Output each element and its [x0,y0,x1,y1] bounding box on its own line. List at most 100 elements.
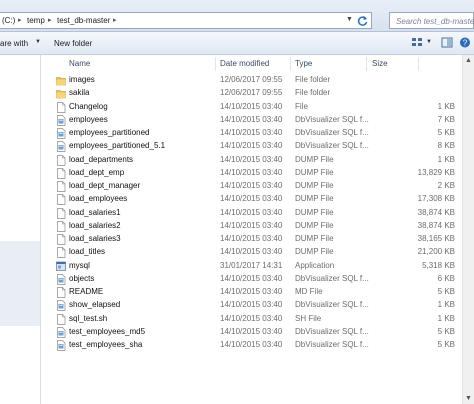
column-divider[interactable] [215,57,216,71]
file-name: images [69,75,95,84]
breadcrumb-separator-icon[interactable]: ▸ [113,16,117,24]
address-bar-region: (C:) ▸ temp ▸ test_db-master ▸ ▼ Search … [0,0,474,32]
file-size: 5 KB [437,128,455,137]
file-row[interactable]: load_departments 14/10/2015 03:40 DUMP Fil… [41,153,461,166]
breadcrumb-drive[interactable]: (C:) [2,16,15,25]
sql-file-icon [56,300,66,312]
file-row[interactable]: load_dept_manager 14/10/2015 03:40 DUMP Fi… [41,179,461,192]
column-header-size[interactable]: Size [372,59,388,68]
scroll-up-arrow-icon[interactable]: ▲ [465,57,472,64]
help-icon[interactable]: ? [458,36,472,49]
navigation-selected-item[interactable] [0,241,40,326]
file-date-modified: 14/10/2015 03:40 [220,194,283,204]
file-date-modified: 14/10/2015 03:40 [220,300,283,310]
file-row[interactable]: sql_test.sh 14/10/2015 03:40 SH File 1 KB [41,312,461,325]
new-folder-button[interactable]: New folder [54,39,92,48]
breadcrumb-current-folder[interactable]: test_db-master [57,16,110,25]
breadcrumb-separator-icon[interactable]: ▸ [48,16,52,24]
scroll-down-arrow-icon[interactable]: ▼ [465,395,472,402]
vertical-scrollbar[interactable]: ▲ ▼ [462,55,474,404]
file-row[interactable]: Changelog 14/10/2015 03:40 File 1 KB [41,100,461,113]
file-type: MD File [295,287,323,296]
address-history-chevron-icon[interactable]: ▼ [346,16,353,23]
file-type: DbVisualizer SQL f... [295,326,369,336]
file-type: DUMP File [295,154,334,164]
file-row[interactable]: mysql 31/01/2017 14:31 Application 5,318 KB [41,259,461,272]
file-type: DbVisualizer SQL f... [295,340,369,349]
column-divider[interactable] [366,57,367,71]
file-row[interactable]: load_salaries3 14/10/2015 03:40 DUMP File 3… [41,232,461,245]
file-icon [56,247,66,259]
file-icon [56,313,66,325]
file-row[interactable]: sakila 12/06/2017 09:55 File folder [41,86,461,99]
breadcrumb-temp[interactable]: temp [27,16,45,25]
file-name: test_employees_md5 [69,326,146,336]
file-date-modified: 14/10/2015 03:40 [220,114,283,124]
file-name: sakila [69,88,90,98]
file-type: File folder [295,88,331,98]
file-size: 38,874 KB [417,207,455,217]
share-with-button[interactable]: are with [0,39,28,48]
file-type: SH File [295,313,322,323]
sql-file-icon [56,114,66,126]
file-icon [56,154,66,166]
file-size: 38,165 KB [417,234,455,243]
file-date-modified: 14/10/2015 03:40 [220,154,283,164]
file-row[interactable]: show_elapsed 14/10/2015 03:40 DbVisualizer… [41,298,461,312]
file-date-modified: 14/10/2015 03:40 [220,128,283,137]
sql-file-icon [56,326,66,338]
file-size: 5 KB [437,340,455,349]
file-row[interactable]: objects 14/10/2015 03:40 DbVisualizer SQL … [41,272,461,285]
file-name: load_salaries3 [69,234,121,243]
file-name: Changelog [69,101,108,111]
address-bar[interactable]: (C:) ▸ temp ▸ test_db-master ▸ ▼ [0,12,372,29]
column-header-type[interactable]: Type [295,59,312,68]
file-size: 13,829 KB [417,167,455,177]
file-date-modified: 12/06/2017 09:55 [220,88,283,98]
file-row[interactable]: employees 14/10/2015 03:40 DbVisualizer SQ… [41,113,461,126]
column-divider[interactable] [418,57,419,71]
file-type: DUMP File [295,234,334,243]
file-date-modified: 14/10/2015 03:40 [220,273,283,283]
search-input[interactable]: Search test_db-master [389,12,474,29]
file-icon [56,234,66,245]
file-row[interactable]: test_employees_md5 14/10/2015 03:40 DbVisu… [41,325,461,338]
sql-file-icon [56,128,66,139]
sql-file-icon [56,141,66,153]
file-row[interactable]: README 14/10/2015 03:40 MD File 5 KB [41,285,461,298]
column-divider[interactable] [290,57,291,71]
file-type: DbVisualizer SQL f... [295,114,369,124]
breadcrumb-separator-icon[interactable]: ▸ [18,16,22,24]
file-row[interactable]: employees_partitioned 14/10/2015 03:40 DbV… [41,126,461,139]
file-row[interactable]: test_employees_sha 14/10/2015 03:40 DbVisu… [41,338,461,351]
file-row[interactable]: load_salaries1 14/10/2015 03:40 DUMP File 3… [41,206,461,219]
file-row[interactable]: images 12/06/2017 09:55 File folder [41,73,461,86]
file-icon [56,287,66,298]
preview-pane-icon[interactable] [440,36,454,49]
share-dropdown-chevron-icon[interactable]: ▼ [35,39,41,45]
file-name: employees_partitioned_5.1 [69,141,166,151]
file-row[interactable]: load_dept_emp 14/10/2015 03:40 DUMP File 13… [41,166,461,179]
view-options-icon[interactable] [410,36,424,49]
file-row[interactable]: load_salaries2 14/10/2015 03:40 DUMP File 3… [41,219,461,232]
file-type: DbVisualizer SQL f... [295,300,369,310]
column-header-name[interactable]: Name [69,59,90,68]
navigation-pane[interactable] [0,55,41,404]
file-name: mysql [69,260,90,270]
refresh-icon[interactable] [356,15,369,27]
file-type: DUMP File [295,167,334,177]
column-header-date-modified[interactable]: Date modified [220,59,269,68]
file-date-modified: 14/10/2015 03:40 [220,287,283,296]
file-row[interactable]: load_employees 14/10/2015 03:40 DUMP File 1… [41,192,461,206]
file-size: 7 KB [437,114,455,124]
file-date-modified: 14/10/2015 03:40 [220,313,283,323]
file-row[interactable]: load_titles 14/10/2015 03:40 DUMP File 21,2… [41,245,461,259]
file-date-modified: 14/10/2015 03:40 [220,326,283,336]
file-name: load_dept_manager [69,181,141,190]
file-row[interactable]: employees_partitioned_5.1 14/10/2015 03:4… [41,139,461,153]
file-date-modified: 14/10/2015 03:40 [220,167,283,177]
sql-file-icon [56,340,66,351]
file-size: 6 KB [437,273,455,283]
view-dropdown-chevron-icon[interactable]: ▼ [426,39,432,45]
file-type: File folder [295,75,331,84]
